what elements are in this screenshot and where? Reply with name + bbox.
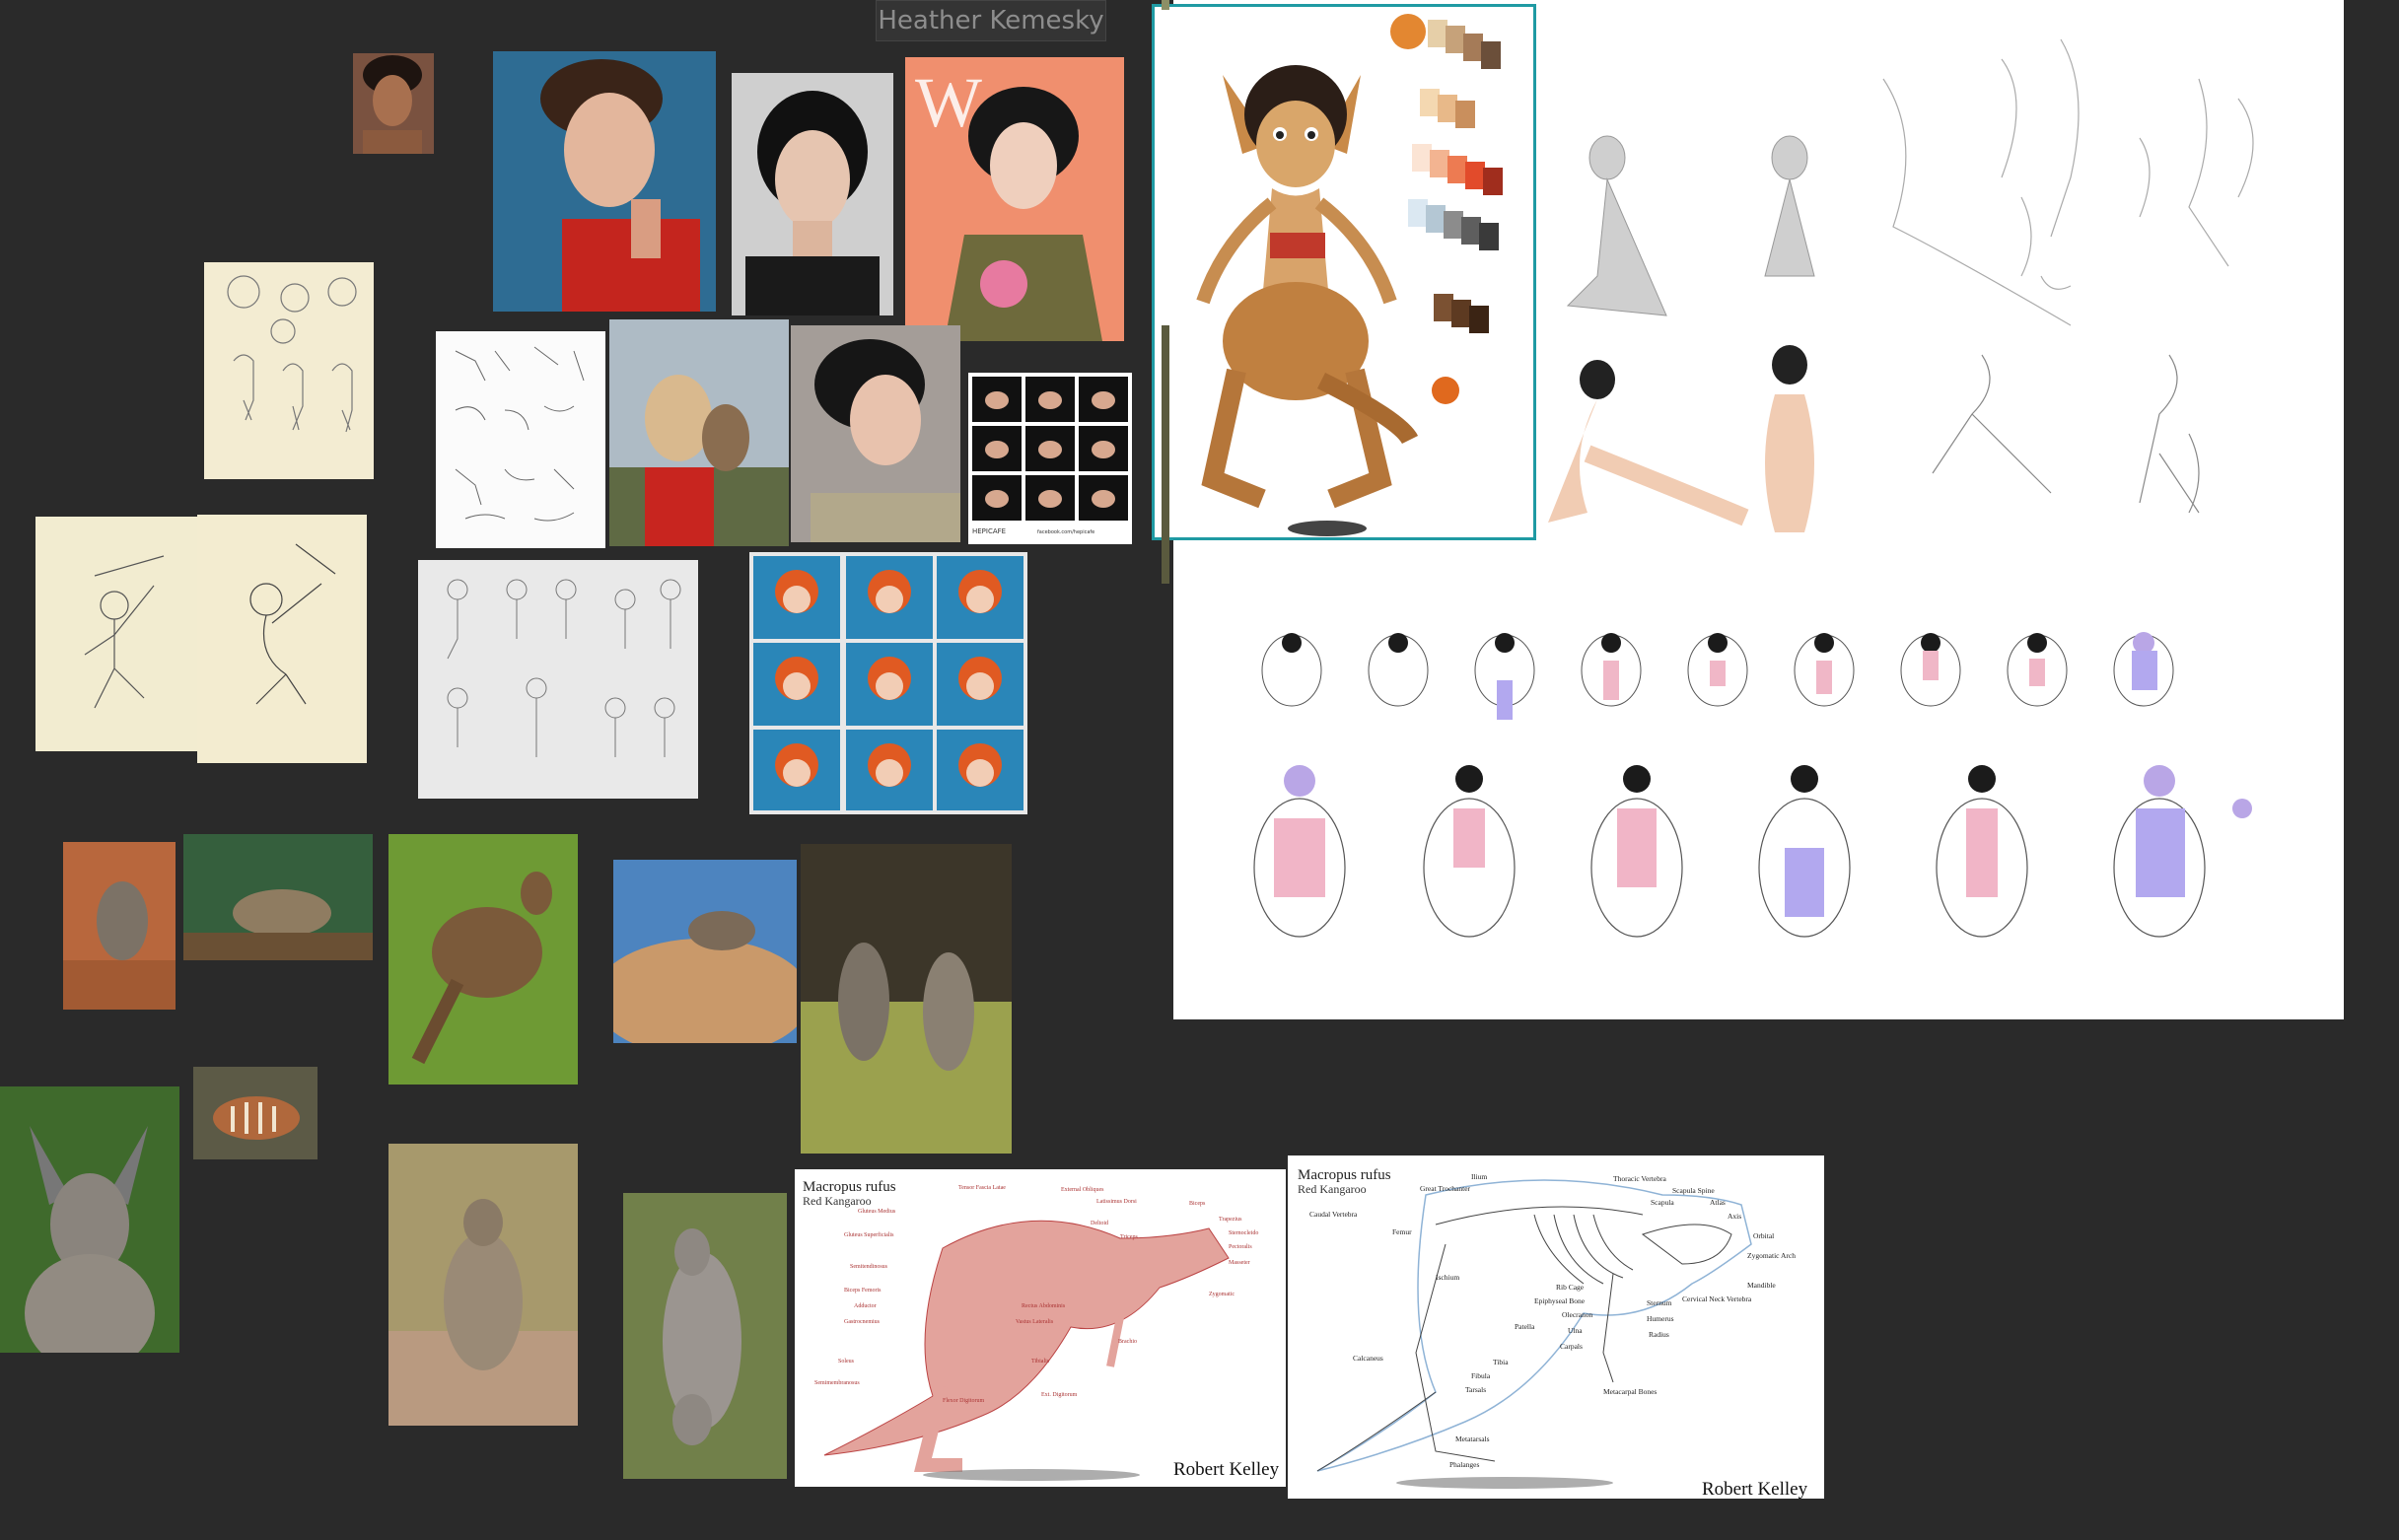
muscle-chart-author: Robert Kelley bbox=[1173, 1459, 1280, 1480]
kangaroos-boxing[interactable] bbox=[801, 844, 1012, 1154]
kangaroo-hopping[interactable] bbox=[388, 834, 578, 1085]
boy-branch-sketch-2[interactable] bbox=[197, 515, 367, 763]
portrait-red-shirt[interactable] bbox=[493, 51, 716, 312]
boy-branch-sketch-1[interactable] bbox=[35, 517, 205, 751]
character-concept-color[interactable] bbox=[1152, 4, 1536, 540]
divider-strip-top bbox=[1162, 0, 1169, 10]
board-title[interactable]: Heather Kemesky bbox=[876, 0, 1106, 41]
anatomy-muscle-chart[interactable]: Macropus rufus Red Kangaroo Robert Kelle… bbox=[795, 1169, 1286, 1487]
wallaby-boulders[interactable] bbox=[613, 860, 797, 1043]
skeleton-chart-title: Macropus rufus bbox=[1298, 1167, 1391, 1183]
hand-photo-reference-image: HEPICAFE facebook.com/hepicafe bbox=[968, 373, 1132, 544]
portrait-small-image bbox=[353, 53, 434, 154]
hand-sketches[interactable] bbox=[436, 331, 605, 548]
hand-photo-reference[interactable]: HEPICAFE facebook.com/hepicafe bbox=[968, 373, 1132, 544]
kid-pose-sketches[interactable] bbox=[418, 560, 698, 799]
portrait-red-shirt-image bbox=[493, 51, 716, 312]
anatomy-skeleton-chart[interactable]: Macropus rufus Red Kangaroo Robert Kelle… bbox=[1288, 1155, 1824, 1499]
boy-branch-sketch-2-image bbox=[249, 543, 336, 705]
character-concept-color-image bbox=[1154, 6, 1534, 538]
portrait-profile-dark-hair[interactable] bbox=[791, 325, 960, 542]
baby-sketches-image bbox=[227, 275, 357, 433]
kangaroo-portrait[interactable] bbox=[0, 1086, 179, 1353]
numbat-photo-image bbox=[193, 1067, 318, 1159]
wallaby-lying-image bbox=[183, 834, 373, 960]
portrait-profile-dark-hair-image bbox=[791, 325, 960, 542]
reference-badge-line-2: facebook.com/hepicafe bbox=[1037, 529, 1094, 535]
wallaby-lying[interactable] bbox=[183, 834, 373, 960]
photo-girl-with-owl[interactable] bbox=[609, 319, 789, 546]
hand-sketches-image bbox=[455, 346, 585, 522]
portrait-magazine-cover[interactable]: W bbox=[905, 57, 1124, 341]
wallaby-rock-small[interactable] bbox=[63, 842, 176, 1010]
baby-sketches[interactable] bbox=[204, 262, 374, 479]
girl-expressions-grid[interactable] bbox=[749, 552, 1027, 814]
wallaby-standing-image bbox=[388, 1144, 578, 1426]
anatomy-muscle-chart-image: Macropus rufus Red Kangaroo Robert Kelle… bbox=[795, 1169, 1286, 1487]
anatomy-skeleton-chart-image: Macropus rufus Red Kangaroo Robert Kelle… bbox=[1288, 1155, 1824, 1499]
portrait-small[interactable] bbox=[353, 53, 434, 154]
portrait-magazine-cover-image: W bbox=[905, 57, 1124, 341]
girl-expressions-grid-image bbox=[753, 556, 1023, 810]
skeleton-chart-subtitle: Red Kangaroo bbox=[1298, 1182, 1367, 1196]
kangaroo-with-joey[interactable] bbox=[623, 1193, 787, 1479]
wallaby-boulders-image bbox=[613, 860, 797, 1043]
photo-girl-with-owl-image bbox=[609, 319, 789, 546]
boy-branch-sketch-1-image bbox=[84, 555, 165, 709]
wallaby-rock-small-image bbox=[63, 842, 176, 1010]
kid-pose-sketches-image bbox=[447, 579, 681, 757]
muscle-chart-title: Macropus rufus bbox=[803, 1179, 896, 1195]
outfit-row-small bbox=[1261, 632, 2174, 720]
divider-strip bbox=[1162, 325, 1169, 584]
kangaroos-boxing-image bbox=[801, 844, 1012, 1154]
moodboard-canvas[interactable]: Heather Kemesky W HEPICAFE facebook.com/… bbox=[0, 0, 2399, 1540]
portrait-bob-hair-image bbox=[732, 73, 893, 315]
kangaroo-with-joey-image bbox=[623, 1193, 787, 1479]
muscle-chart-subtitle: Red Kangaroo bbox=[803, 1194, 872, 1208]
reference-badge-line-1: HEPICAFE bbox=[972, 527, 1006, 535]
kangaroo-hopping-image bbox=[388, 834, 578, 1085]
portrait-bob-hair[interactable] bbox=[732, 73, 893, 315]
kangaroo-portrait-image bbox=[0, 1086, 179, 1353]
outfit-row-large bbox=[1253, 765, 2252, 938]
numbat-photo[interactable] bbox=[193, 1067, 318, 1159]
skeleton-chart-author: Robert Kelley bbox=[1702, 1479, 1808, 1499]
wallaby-standing[interactable] bbox=[388, 1144, 578, 1426]
